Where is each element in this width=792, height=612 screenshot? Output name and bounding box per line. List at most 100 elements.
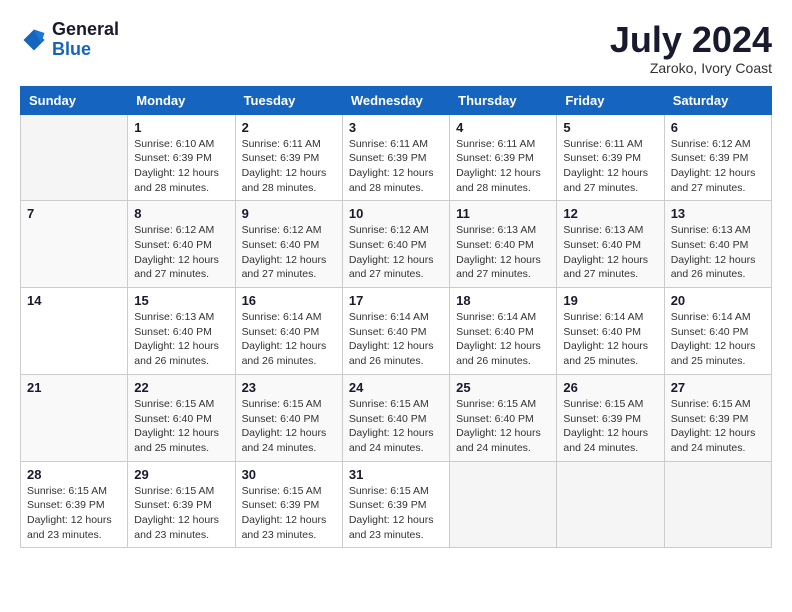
calendar-week-row: 28 Sunrise: 6:15 AM Sunset: 6:39 PM Dayli… — [21, 461, 772, 548]
calendar-cell: 10 Sunrise: 6:12 AM Sunset: 6:40 PM Dayli… — [342, 201, 449, 288]
calendar-cell: 11Sunrise: 6:13 AM Sunset: 6:40 PM Dayli… — [450, 201, 557, 288]
calendar-cell: 8 Sunrise: 6:12 AM Sunset: 6:40 PM Daylig… — [128, 201, 235, 288]
day-info: Sunrise: 6:15 AM Sunset: 6:39 PM Dayligh… — [563, 397, 657, 456]
day-info: Sunrise: 6:13 AM Sunset: 6:40 PM Dayligh… — [671, 223, 765, 282]
day-number: 29 — [134, 467, 228, 482]
day-info: Sunrise: 6:15 AM Sunset: 6:40 PM Dayligh… — [134, 397, 228, 456]
calendar-week-row: 78 Sunrise: 6:12 AM Sunset: 6:40 PM Dayli… — [21, 201, 772, 288]
month-title: July 2024 — [610, 20, 772, 60]
day-number: 10 — [349, 206, 443, 221]
column-header-friday: Friday — [557, 86, 664, 114]
day-number: 21 — [27, 380, 121, 395]
day-info: Sunrise: 6:13 AM Sunset: 6:40 PM Dayligh… — [563, 223, 657, 282]
calendar-week-row: 14 15 Sunrise: 6:13 AM Sunset: 6:40 PM Day… — [21, 288, 772, 375]
calendar-week-row: 21 22Sunrise: 6:15 AM Sunset: 6:40 PM Day… — [21, 374, 772, 461]
column-header-wednesday: Wednesday — [342, 86, 449, 114]
calendar-cell — [21, 114, 128, 201]
day-info: Sunrise: 6:15 AM Sunset: 6:40 PM Dayligh… — [456, 397, 550, 456]
day-info: Sunrise: 6:15 AM Sunset: 6:39 PM Dayligh… — [242, 484, 336, 543]
calendar-cell: 1Sunrise: 6:10 AM Sunset: 6:39 PM Daylig… — [128, 114, 235, 201]
day-number: 25 — [456, 380, 550, 395]
column-header-thursday: Thursday — [450, 86, 557, 114]
calendar-cell: 7 — [21, 201, 128, 288]
day-number: 19 — [563, 293, 657, 308]
calendar-cell: 6 Sunrise: 6:12 AM Sunset: 6:39 PM Daylig… — [664, 114, 771, 201]
day-number: 26 — [563, 380, 657, 395]
calendar-cell — [450, 461, 557, 548]
day-info: Sunrise: 6:15 AM Sunset: 6:39 PM Dayligh… — [349, 484, 443, 543]
calendar-cell: 29 Sunrise: 6:15 AM Sunset: 6:39 PM Dayli… — [128, 461, 235, 548]
day-info: Sunrise: 6:12 AM Sunset: 6:40 PM Dayligh… — [349, 223, 443, 282]
calendar-cell: 16Sunrise: 6:14 AM Sunset: 6:40 PM Dayli… — [235, 288, 342, 375]
day-info: Sunrise: 6:12 AM Sunset: 6:40 PM Dayligh… — [242, 223, 336, 282]
day-number: 3 — [349, 120, 443, 135]
day-number: 20 — [671, 293, 765, 308]
column-header-monday: Monday — [128, 86, 235, 114]
logo-text: General Blue — [52, 20, 119, 60]
day-info: Sunrise: 6:12 AM Sunset: 6:39 PM Dayligh… — [671, 137, 765, 196]
calendar-cell: 23Sunrise: 6:15 AM Sunset: 6:40 PM Dayli… — [235, 374, 342, 461]
day-number: 24 — [349, 380, 443, 395]
day-number: 7 — [27, 206, 121, 221]
calendar-cell: 14 — [21, 288, 128, 375]
calendar-table: SundayMondayTuesdayWednesdayThursdayFrid… — [20, 86, 772, 549]
day-info: Sunrise: 6:14 AM Sunset: 6:40 PM Dayligh… — [563, 310, 657, 369]
day-number: 4 — [456, 120, 550, 135]
calendar-cell: 21 — [21, 374, 128, 461]
day-info: Sunrise: 6:15 AM Sunset: 6:39 PM Dayligh… — [671, 397, 765, 456]
day-info: Sunrise: 6:11 AM Sunset: 6:39 PM Dayligh… — [563, 137, 657, 196]
day-info: Sunrise: 6:10 AM Sunset: 6:39 PM Dayligh… — [134, 137, 228, 196]
logo-general-text: General — [52, 19, 119, 39]
logo: General Blue — [20, 20, 119, 60]
calendar-cell: 4 Sunrise: 6:11 AM Sunset: 6:39 PM Daylig… — [450, 114, 557, 201]
calendar-cell: 19 Sunrise: 6:14 AM Sunset: 6:40 PM Dayli… — [557, 288, 664, 375]
calendar-cell: 17Sunrise: 6:14 AM Sunset: 6:40 PM Dayli… — [342, 288, 449, 375]
day-info: Sunrise: 6:15 AM Sunset: 6:39 PM Dayligh… — [27, 484, 121, 543]
calendar-cell: 3 Sunrise: 6:11 AM Sunset: 6:39 PM Daylig… — [342, 114, 449, 201]
day-number: 8 — [134, 206, 228, 221]
column-header-sunday: Sunday — [21, 86, 128, 114]
day-info: Sunrise: 6:12 AM Sunset: 6:40 PM Dayligh… — [134, 223, 228, 282]
day-info: Sunrise: 6:13 AM Sunset: 6:40 PM Dayligh… — [456, 223, 550, 282]
day-number: 12 — [563, 206, 657, 221]
calendar-cell: 9Sunrise: 6:12 AM Sunset: 6:40 PM Daylig… — [235, 201, 342, 288]
day-number: 5 — [563, 120, 657, 135]
day-info: Sunrise: 6:11 AM Sunset: 6:39 PM Dayligh… — [242, 137, 336, 196]
calendar-cell: 18Sunrise: 6:14 AM Sunset: 6:40 PM Dayli… — [450, 288, 557, 375]
day-info: Sunrise: 6:11 AM Sunset: 6:39 PM Dayligh… — [349, 137, 443, 196]
day-info: Sunrise: 6:14 AM Sunset: 6:40 PM Dayligh… — [349, 310, 443, 369]
calendar-cell: 13 Sunrise: 6:13 AM Sunset: 6:40 PM Dayli… — [664, 201, 771, 288]
location-subtitle: Zaroko, Ivory Coast — [610, 60, 772, 76]
calendar-cell — [664, 461, 771, 548]
day-info: Sunrise: 6:14 AM Sunset: 6:40 PM Dayligh… — [671, 310, 765, 369]
title-area: July 2024 Zaroko, Ivory Coast — [610, 20, 772, 76]
day-info: Sunrise: 6:13 AM Sunset: 6:40 PM Dayligh… — [134, 310, 228, 369]
calendar-header-row: SundayMondayTuesdayWednesdayThursdayFrid… — [21, 86, 772, 114]
day-info: Sunrise: 6:15 AM Sunset: 6:39 PM Dayligh… — [134, 484, 228, 543]
calendar-cell: 24 Sunrise: 6:15 AM Sunset: 6:40 PM Dayli… — [342, 374, 449, 461]
logo-blue-text: Blue — [52, 39, 91, 59]
day-number: 13 — [671, 206, 765, 221]
day-info: Sunrise: 6:15 AM Sunset: 6:40 PM Dayligh… — [242, 397, 336, 456]
day-number: 28 — [27, 467, 121, 482]
day-info: Sunrise: 6:11 AM Sunset: 6:39 PM Dayligh… — [456, 137, 550, 196]
day-number: 6 — [671, 120, 765, 135]
column-header-tuesday: Tuesday — [235, 86, 342, 114]
calendar-week-row: 1Sunrise: 6:10 AM Sunset: 6:39 PM Daylig… — [21, 114, 772, 201]
calendar-cell: 12 Sunrise: 6:13 AM Sunset: 6:40 PM Dayli… — [557, 201, 664, 288]
calendar-cell: 22Sunrise: 6:15 AM Sunset: 6:40 PM Dayli… — [128, 374, 235, 461]
calendar-cell: 5 Sunrise: 6:11 AM Sunset: 6:39 PM Daylig… — [557, 114, 664, 201]
day-number: 31 — [349, 467, 443, 482]
day-number: 15 — [134, 293, 228, 308]
day-number: 2 — [242, 120, 336, 135]
day-number: 27 — [671, 380, 765, 395]
calendar-cell: 26 Sunrise: 6:15 AM Sunset: 6:39 PM Dayli… — [557, 374, 664, 461]
calendar-cell: 31 Sunrise: 6:15 AM Sunset: 6:39 PM Dayli… — [342, 461, 449, 548]
day-number: 14 — [27, 293, 121, 308]
day-number: 16 — [242, 293, 336, 308]
day-number: 18 — [456, 293, 550, 308]
logo-icon — [20, 26, 48, 54]
day-info: Sunrise: 6:15 AM Sunset: 6:40 PM Dayligh… — [349, 397, 443, 456]
header: General Blue July 2024 Zaroko, Ivory Coa… — [20, 20, 772, 76]
calendar-cell: 30Sunrise: 6:15 AM Sunset: 6:39 PM Dayli… — [235, 461, 342, 548]
